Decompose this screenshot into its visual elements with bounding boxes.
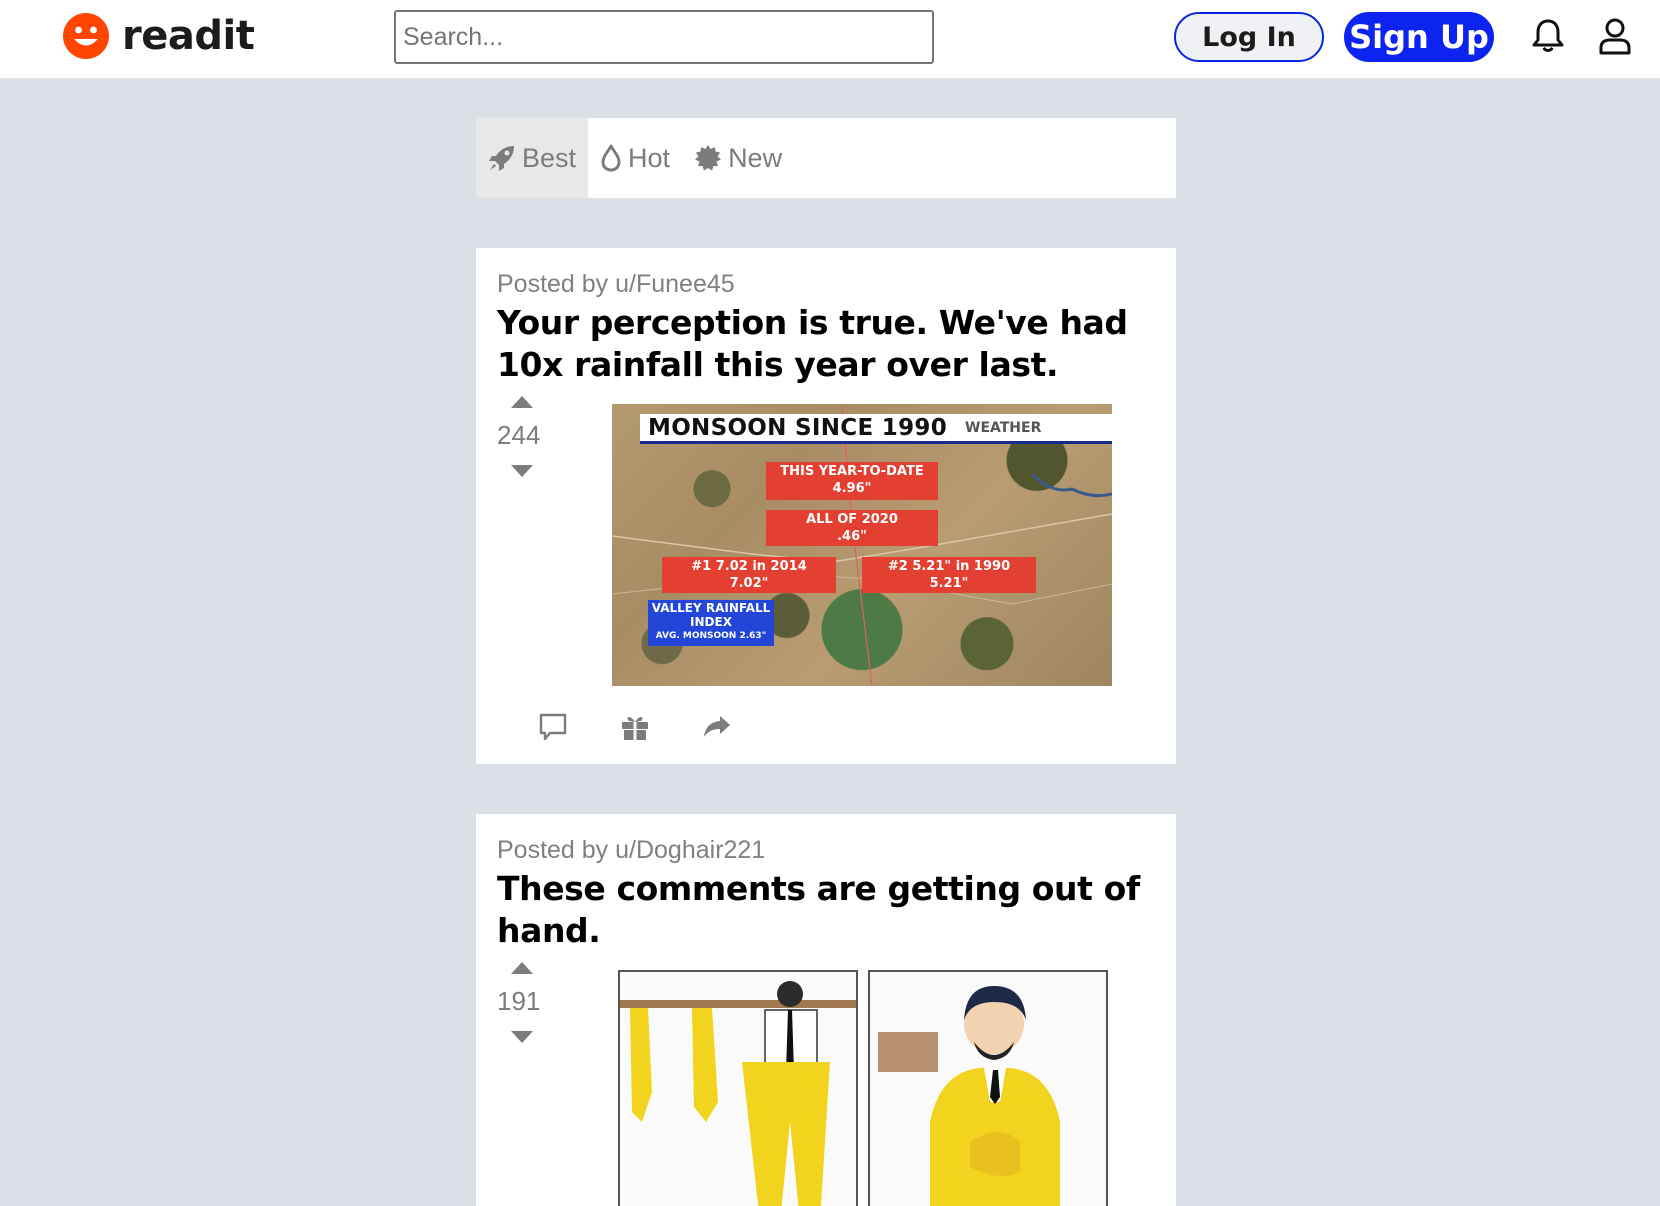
map-banner-brand: WEATHER [965, 419, 1042, 436]
tab-hot-label: Hot [628, 142, 671, 173]
tab-hot[interactable]: Hot [588, 118, 682, 198]
post-meta[interactable]: Posted by u/Funee45 [497, 270, 735, 299]
post-title[interactable]: These comments are getting out of hand. [497, 868, 1165, 952]
post-image-rainfall-map[interactable]: MONSOON SINCE 1990 WEATHER THIS YEAR-TO-… [612, 404, 1112, 686]
comic-illustration-2 [870, 972, 1106, 1206]
sort-bar: Best Hot New [476, 118, 1176, 198]
tab-new[interactable]: New [682, 118, 794, 198]
comic-illustration-1 [620, 972, 856, 1206]
search-input[interactable] [394, 10, 934, 64]
comic-panel-2 [868, 970, 1108, 1206]
map-label-2014-line2: 7.02" [729, 576, 769, 591]
map-label-2020-line1: ALL OF 2020 [806, 512, 898, 527]
burst-icon [695, 145, 722, 171]
comic-panel-1 [618, 970, 858, 1206]
vote-count: 244 [497, 420, 541, 450]
share-arrow-icon [704, 716, 730, 737]
vote-count: 191 [497, 986, 541, 1016]
post-image-comic[interactable] [618, 970, 1108, 1206]
map-label-1990-line2: 5.21" [929, 576, 969, 591]
map-index-line1: VALLEY RAINFALL [651, 601, 771, 615]
map-label-ytd-line1: THIS YEAR-TO-DATE [780, 464, 924, 479]
downvote-arrow-icon[interactable] [511, 1031, 533, 1043]
signup-button[interactable]: Sign Up [1344, 12, 1494, 62]
downvote-arrow-icon[interactable] [511, 465, 533, 477]
top-header: readit Log In Sign Up [0, 0, 1660, 78]
map-label-1990: #2 5.21" in 1990 5.21" [862, 557, 1036, 593]
post-title[interactable]: Your perception is true. We've had 10x r… [497, 302, 1165, 386]
map-banner-title: MONSOON SINCE 1990 [648, 414, 947, 441]
map-label-ytd: THIS YEAR-TO-DATE 4.96" [766, 462, 938, 500]
map-label-2014: #1 7.02 in 2014 7.02" [662, 557, 836, 593]
post-meta[interactable]: Posted by u/Doghair221 [497, 836, 765, 865]
vote-column: 191 [497, 962, 547, 1043]
login-button[interactable]: Log In [1174, 12, 1324, 62]
map-label-ytd-line2: 4.96" [832, 481, 872, 496]
tab-best[interactable]: Best [476, 118, 589, 198]
map-banner: MONSOON SINCE 1990 WEATHER [640, 414, 1112, 444]
comment-icon [539, 713, 567, 741]
user-icon[interactable] [1598, 17, 1632, 55]
smiley-logo-icon [63, 13, 109, 59]
tab-new-label: New [728, 142, 783, 173]
comment-button[interactable] [538, 712, 568, 742]
post-card[interactable]: Posted by u/Funee45 Your perception is t… [476, 248, 1176, 764]
map-label-2020-line2: .46" [837, 529, 867, 544]
vote-column: 244 [497, 396, 547, 477]
map-label-2020: ALL OF 2020 .46" [766, 510, 938, 546]
map-label-1990-line1: #2 5.21" in 1990 [887, 559, 1011, 574]
map-index-line3: AVG. MONSOON 2.63" [655, 631, 767, 641]
gift-icon [622, 716, 648, 740]
bell-icon[interactable] [1531, 18, 1565, 54]
upvote-arrow-icon[interactable] [511, 396, 533, 408]
upvote-arrow-icon[interactable] [511, 962, 533, 974]
brand-name: readit [122, 13, 255, 59]
tab-best-label: Best [522, 142, 577, 173]
post-actions [538, 712, 732, 742]
brand-logo[interactable]: readit [62, 11, 255, 61]
award-button[interactable] [620, 712, 650, 742]
post-card[interactable]: Posted by u/Doghair221 These comments ar… [476, 814, 1176, 1206]
rocket-icon [489, 146, 514, 171]
flame-icon [601, 144, 621, 172]
map-label-2014-line1: #1 7.02 in 2014 [691, 559, 807, 574]
map-index-box: VALLEY RAINFALL INDEX AVG. MONSOON 2.63" [648, 600, 774, 646]
share-button[interactable] [702, 712, 732, 742]
map-index-line2: INDEX [690, 615, 732, 629]
